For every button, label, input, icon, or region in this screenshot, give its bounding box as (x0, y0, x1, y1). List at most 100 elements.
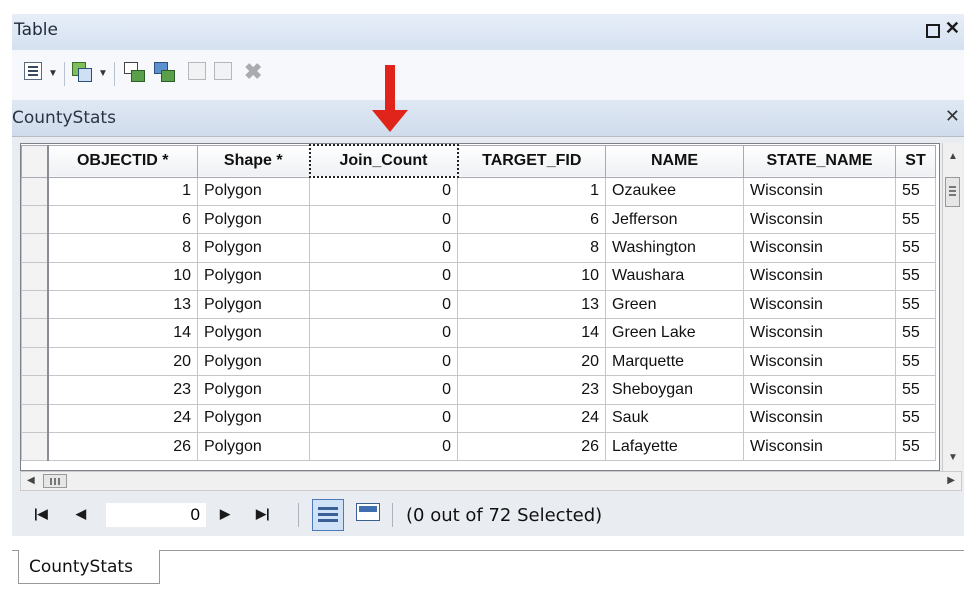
related-tables-icon[interactable] (72, 62, 94, 82)
last-record-icon[interactable]: ▶| (256, 506, 270, 522)
cell-target-fid[interactable]: 10 (457, 261, 606, 292)
cell-objectid[interactable]: 14 (47, 318, 198, 348)
cell-target-fid[interactable]: 8 (457, 233, 606, 263)
row-selector[interactable] (21, 290, 49, 320)
cell-state-name[interactable]: Wisconsin (743, 318, 896, 348)
bottom-tab-countystats[interactable]: CountyStats (18, 550, 160, 584)
cell-st[interactable]: 55 (895, 318, 936, 348)
cell-join-count[interactable]: 0 (309, 290, 458, 320)
row-selector[interactable] (21, 176, 49, 206)
cell-st[interactable]: 55 (895, 290, 936, 320)
row-selector[interactable] (21, 403, 49, 434)
switch-selection-icon[interactable] (154, 62, 176, 84)
cell-shape[interactable]: Polygon (197, 204, 310, 235)
cell-shape[interactable]: Polygon (197, 432, 310, 462)
cell-objectid[interactable]: 13 (47, 290, 198, 320)
cell-st[interactable]: 55 (895, 375, 936, 405)
cell-state-name[interactable]: Wisconsin (743, 176, 896, 206)
cell-st[interactable]: 55 (895, 204, 936, 235)
row-selector[interactable] (21, 233, 49, 263)
cell-join-count[interactable]: 0 (309, 346, 458, 377)
cell-state-name[interactable]: Wisconsin (743, 261, 896, 292)
table-row[interactable]: 14 Polygon 0 14 Green Lake Wisconsin 55 (21, 318, 936, 348)
cell-join-count[interactable]: 0 (309, 318, 458, 348)
column-header-st[interactable]: ST (895, 144, 936, 178)
close-window-button[interactable]: ✕ (945, 18, 960, 39)
cell-shape[interactable]: Polygon (197, 375, 310, 405)
column-header-join-count[interactable]: Join_Count (308, 144, 459, 178)
cell-name[interactable]: Green (605, 290, 744, 320)
table-options-icon[interactable] (24, 62, 42, 80)
cell-target-fid[interactable]: 20 (457, 346, 606, 377)
cell-objectid[interactable]: 1 (47, 176, 198, 206)
current-record-field[interactable]: 0 (106, 503, 206, 527)
cell-objectid[interactable]: 26 (47, 432, 198, 462)
table-row[interactable]: 8 Polygon 0 8 Washington Wisconsin 55 (21, 233, 936, 263)
maximize-icon[interactable] (926, 24, 940, 38)
cell-st[interactable]: 55 (895, 432, 936, 462)
show-all-records-icon[interactable] (312, 499, 344, 531)
select-by-attributes-icon[interactable] (124, 62, 146, 84)
horizontal-scrollbar[interactable]: ◀ ▶ (20, 471, 962, 491)
table-row[interactable]: 20 Polygon 0 20 Marquette Wisconsin 55 (21, 346, 936, 377)
table-row[interactable]: 23 Polygon 0 23 Sheboygan Wisconsin 55 (21, 375, 936, 405)
cell-objectid[interactable]: 20 (47, 346, 198, 377)
table-row[interactable]: 6 Polygon 0 6 Jefferson Wisconsin 55 (21, 204, 936, 235)
cell-st[interactable]: 55 (895, 176, 936, 206)
cell-shape[interactable]: Polygon (197, 346, 310, 377)
cell-st[interactable]: 55 (895, 346, 936, 377)
column-header-shape[interactable]: Shape * (197, 144, 310, 178)
next-record-icon[interactable]: ▶ (220, 506, 230, 522)
cell-name[interactable]: Green Lake (605, 318, 744, 348)
table-row[interactable]: 10 Polygon 0 10 Waushara Wisconsin 55 (21, 261, 936, 292)
cell-join-count[interactable]: 0 (309, 375, 458, 405)
close-tab-icon[interactable]: ✕ (945, 106, 960, 127)
cell-objectid[interactable]: 8 (47, 233, 198, 263)
cell-objectid[interactable]: 23 (47, 375, 198, 405)
column-header-target-fid[interactable]: TARGET_FID (457, 144, 606, 178)
cell-state-name[interactable]: Wisconsin (743, 290, 896, 320)
cell-shape[interactable]: Polygon (197, 318, 310, 348)
cell-state-name[interactable]: Wisconsin (743, 346, 896, 377)
related-tables-dropdown-icon[interactable]: ▼ (98, 68, 108, 92)
cell-target-fid[interactable]: 13 (457, 290, 606, 320)
column-header-objectid[interactable]: OBJECTID * (47, 144, 198, 178)
scroll-thumb[interactable] (945, 177, 960, 207)
cell-name[interactable]: Lafayette (605, 432, 744, 462)
row-selector[interactable] (21, 375, 49, 405)
table-row[interactable]: 13 Polygon 0 13 Green Wisconsin 55 (21, 290, 936, 320)
cell-state-name[interactable]: Wisconsin (743, 375, 896, 405)
cell-objectid[interactable]: 10 (47, 261, 198, 292)
table-row[interactable]: 1 Polygon 0 1 Ozaukee Wisconsin 55 (21, 176, 936, 206)
show-selected-records-icon[interactable] (356, 503, 380, 521)
cell-objectid[interactable]: 6 (47, 204, 198, 235)
table-options-dropdown-icon[interactable]: ▼ (48, 68, 58, 92)
row-selector[interactable] (21, 318, 49, 348)
row-selector[interactable] (21, 204, 49, 235)
cell-join-count[interactable]: 0 (309, 432, 458, 462)
cell-name[interactable]: Jefferson (605, 204, 744, 235)
cell-name[interactable]: Marquette (605, 346, 744, 377)
cell-join-count[interactable]: 0 (309, 233, 458, 263)
row-selector[interactable] (21, 432, 49, 462)
vertical-scrollbar[interactable]: ▲ ▼ (942, 143, 962, 471)
row-selector[interactable] (21, 261, 49, 292)
scroll-left-icon[interactable]: ◀ (27, 475, 35, 486)
cell-target-fid[interactable]: 6 (457, 204, 606, 235)
cell-join-count[interactable]: 0 (309, 261, 458, 292)
cell-target-fid[interactable]: 14 (457, 318, 606, 348)
cell-name[interactable]: Sauk (605, 403, 744, 434)
row-selector-header[interactable] (21, 144, 49, 178)
scroll-up-icon[interactable]: ▲ (948, 151, 958, 162)
cell-state-name[interactable]: Wisconsin (743, 432, 896, 462)
table-row[interactable]: 24 Polygon 0 24 Sauk Wisconsin 55 (21, 403, 936, 434)
previous-record-icon[interactable]: ◀ (76, 506, 86, 522)
row-selector[interactable] (21, 346, 49, 377)
cell-target-fid[interactable]: 23 (457, 375, 606, 405)
cell-st[interactable]: 55 (895, 403, 936, 434)
cell-name[interactable]: Sheboygan (605, 375, 744, 405)
scroll-down-icon[interactable]: ▼ (948, 452, 958, 463)
cell-shape[interactable]: Polygon (197, 233, 310, 263)
cell-join-count[interactable]: 0 (309, 176, 458, 206)
cell-st[interactable]: 55 (895, 233, 936, 263)
